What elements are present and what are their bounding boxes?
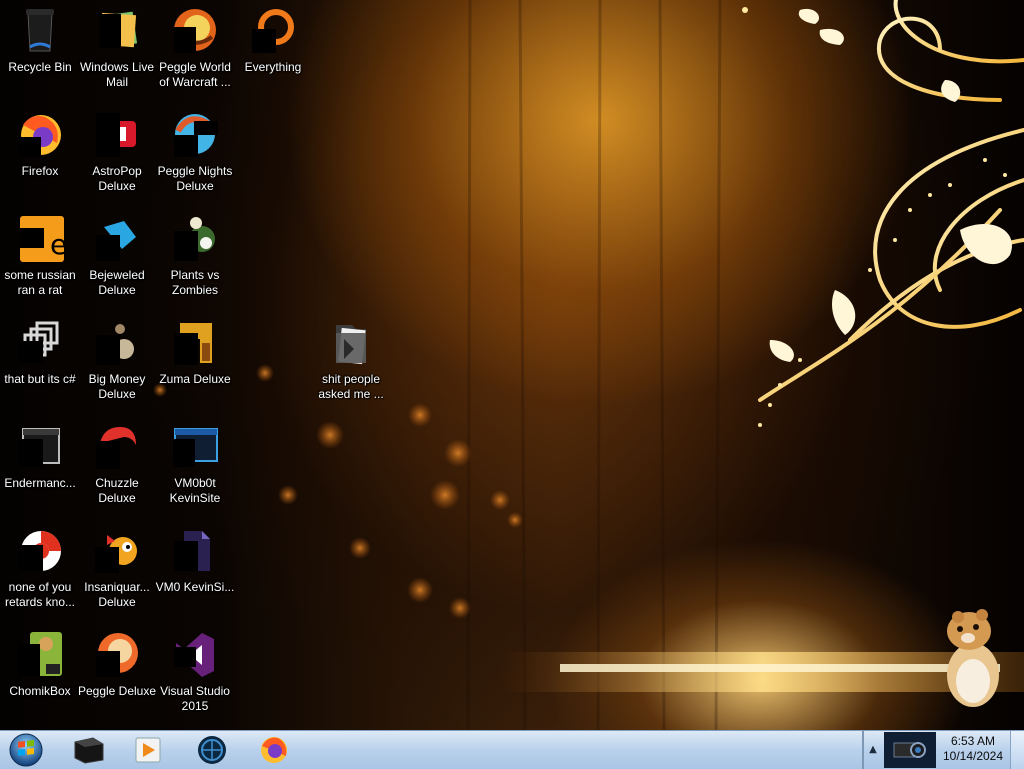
peggle-icon	[93, 630, 141, 678]
astropop-icon	[93, 110, 141, 158]
icon-label: Firefox	[21, 164, 59, 178]
peggle-wow-icon	[171, 6, 219, 54]
start-button[interactable]	[6, 732, 46, 768]
svg-text:e: e	[50, 228, 64, 261]
red-circle-app-icon	[16, 526, 64, 574]
show-hidden-icons-button[interactable]: ▲	[866, 739, 880, 759]
zuma-icon	[171, 318, 219, 366]
taskbar-pinned-globe-app[interactable]	[190, 733, 234, 767]
taskbar-pinned-media-player[interactable]	[126, 733, 170, 767]
folder-icon	[327, 318, 375, 366]
icon-label: none of you retards kno...	[4, 580, 76, 609]
chuzzle-icon	[93, 422, 141, 470]
desktop-icon-big-money[interactable]: Big Money Deluxe	[77, 318, 157, 418]
icon-label: Big Money Deluxe	[88, 372, 146, 401]
desktop-icon-zuma[interactable]: Zuma Deluxe	[155, 318, 235, 418]
desktop-icon-shit-people[interactable]: shit people asked me ...	[311, 318, 391, 418]
chomikbox-icon	[16, 630, 64, 678]
taskbar: ▲ 6:53 AM 10/14/2024	[0, 730, 1024, 769]
desktop-icon-peggle-nights[interactable]: Peggle Nights Deluxe	[155, 110, 235, 210]
copy-windows-icon	[16, 318, 64, 366]
desktop-icon-everything[interactable]: Everything	[233, 6, 313, 106]
hamster-sticker	[942, 605, 1004, 710]
icon-label: Peggle Nights Deluxe	[157, 164, 233, 193]
desktop-icon-insaniquarium[interactable]: Insaniquar... Deluxe	[77, 526, 157, 626]
desktop-icon-vm0-kevinsi[interactable]: VM0 KevinSi...	[155, 526, 235, 626]
icon-label: Everything	[244, 60, 302, 74]
icon-label: shit people asked me ...	[318, 372, 384, 401]
desktop-icon-peggle-deluxe[interactable]: Peggle Deluxe	[77, 630, 157, 730]
clock-time: 6:53 AM	[950, 734, 996, 748]
projector-app-icon	[893, 742, 926, 758]
icon-label: Endermanc...	[4, 476, 76, 490]
icon-label: Peggle World of Warcraft ...	[159, 60, 231, 89]
icon-label: Zuma Deluxe	[159, 372, 231, 386]
desktop-icon-endermanc[interactable]: Endermanc...	[0, 422, 80, 522]
windows-live-mail-icon	[93, 6, 141, 54]
icon-label: Recycle Bin	[8, 60, 72, 74]
desktop-icon-chomikbox[interactable]: ChomikBox	[0, 630, 80, 730]
firefox-icon	[261, 737, 287, 763]
taskbar-pinned-firefox[interactable]	[252, 733, 296, 767]
icon-label: that but its c#	[4, 372, 76, 386]
bejeweled-icon	[93, 214, 141, 262]
desktop-icon-none-of-you[interactable]: none of you retards kno...	[0, 526, 80, 626]
insaniquarium-icon	[93, 526, 141, 574]
tray-divider	[862, 731, 864, 769]
icon-label: AstroPop Deluxe	[92, 164, 142, 193]
icon-label: Visual Studio 2015	[160, 684, 230, 713]
desktop-icon-recycle-bin[interactable]: Recycle Bin	[0, 6, 80, 106]
orange-app-icon: e	[16, 214, 64, 262]
show-desktop-button[interactable]	[1010, 731, 1024, 769]
icon-label: VM0b0t KevinSite	[169, 476, 221, 505]
terminal-app-icon	[16, 422, 64, 470]
firefox-icon	[16, 110, 64, 158]
media-player-icon	[135, 737, 161, 763]
desktop-icon-plants-vs-zombies[interactable]: Plants vs Zombies	[155, 214, 235, 314]
desktop-icon-firefox[interactable]: Firefox	[0, 110, 80, 210]
icon-label: Plants vs Zombies	[170, 268, 220, 297]
desktop-icon-chuzzle[interactable]: Chuzzle Deluxe	[77, 422, 157, 522]
icon-label: Insaniquar... Deluxe	[84, 580, 150, 609]
recycle-bin-icon	[16, 6, 64, 54]
desktop-icon-vm0b0t-kevinsite[interactable]: VM0b0t KevinSite	[155, 422, 235, 522]
icon-label: Chuzzle Deluxe	[95, 476, 139, 505]
icon-label: ChomikBox	[9, 684, 71, 698]
windows-start-icon	[9, 733, 43, 767]
everything-search-icon	[249, 6, 297, 54]
tray-projector-app[interactable]	[884, 732, 936, 768]
peggle-nights-icon	[171, 110, 219, 158]
globe-app-icon	[198, 736, 226, 764]
big-money-icon	[93, 318, 141, 366]
icon-label: some russian ran a rat	[4, 268, 76, 297]
desktop-icon-bejeweled[interactable]: Bejeweled Deluxe	[77, 214, 157, 314]
black-app-icon	[74, 737, 104, 764]
desktop-icon-some-russian[interactable]: e some russian ran a rat	[0, 214, 80, 314]
clock-date: 10/14/2024	[942, 749, 1004, 763]
taskbar-pinned-black-app[interactable]	[66, 733, 110, 767]
icon-label: Bejeweled Deluxe	[89, 268, 145, 297]
vm-window-icon	[171, 422, 219, 470]
desktop-icon-windows-live-mail[interactable]: Windows Live Mail	[77, 6, 157, 106]
system-clock[interactable]: 6:53 AM 10/14/2024	[938, 734, 1008, 764]
icon-label: VM0 KevinSi...	[155, 580, 235, 594]
icon-label: Peggle Deluxe	[77, 684, 157, 698]
document-icon	[171, 526, 219, 574]
desktop-icon-peggle-wow[interactable]: Peggle World of Warcraft ...	[155, 6, 235, 106]
desktop-icon-astropop[interactable]: AstroPop Deluxe	[77, 110, 157, 210]
desktop-icon-visual-studio-2015[interactable]: Visual Studio 2015	[155, 630, 235, 730]
icon-label: Windows Live Mail	[79, 60, 155, 89]
plants-vs-zombies-icon	[171, 214, 219, 262]
desktop-icon-that-but-its-csharp[interactable]: that but its c#	[0, 318, 80, 418]
visual-studio-icon	[171, 630, 219, 678]
